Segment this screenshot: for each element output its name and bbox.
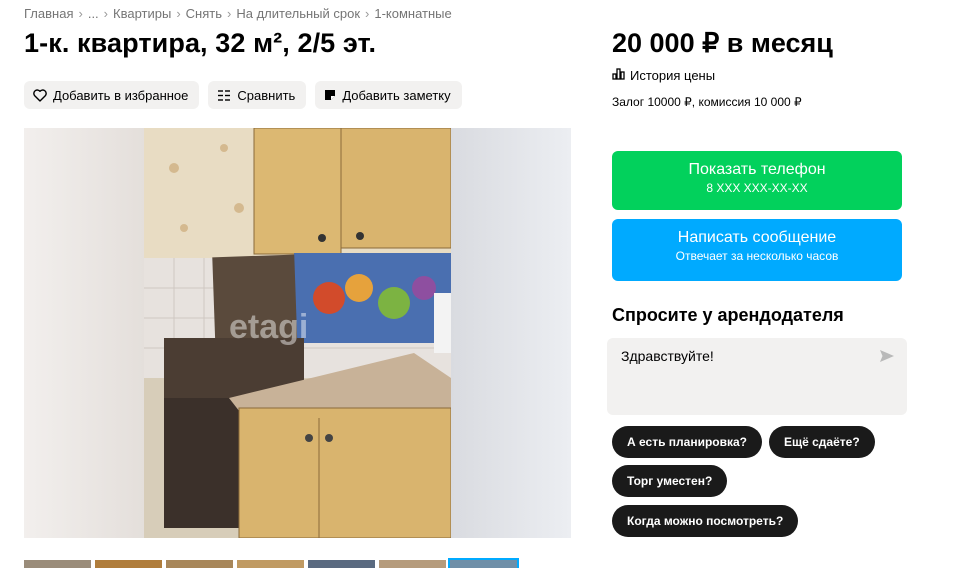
listing-actions: Добавить в избранное Сравнить Добавить з… xyxy=(24,81,462,109)
breadcrumb-long-term[interactable]: На длительный срок xyxy=(236,6,360,21)
breadcrumb-separator: › xyxy=(227,6,232,21)
price-history-link[interactable]: История цены xyxy=(612,68,715,83)
write-message-label: Написать сообщение xyxy=(677,229,837,246)
ask-landlord-title: Спросите у арендодателя xyxy=(612,305,844,325)
price-history-label: История цены xyxy=(630,68,716,83)
bar-chart-icon xyxy=(612,68,625,83)
thumbnail-strip xyxy=(24,558,519,568)
deposit-info: Залог 10000 ₽, комиссия 10 000 ₽ xyxy=(612,95,802,109)
add-favorite-label: Добавить в избранное xyxy=(53,87,189,103)
message-input[interactable]: Здравствуйте! xyxy=(607,338,907,415)
send-icon[interactable] xyxy=(879,349,895,366)
show-phone-button[interactable]: Показать телефон 8 XXX XXX-XX-XX xyxy=(612,151,902,210)
thumbnail[interactable] xyxy=(448,558,519,568)
quick-reply-still-renting[interactable]: Ещё сдаёте? xyxy=(769,426,875,458)
quick-reply-viewing-time[interactable]: Когда можно посмотреть? xyxy=(612,505,799,537)
show-phone-label: Показать телефон xyxy=(688,161,826,178)
thumbnail[interactable] xyxy=(24,560,91,568)
compare-icon xyxy=(217,89,231,102)
thumbnail[interactable] xyxy=(166,560,233,568)
add-favorite-button[interactable]: Добавить в избранное xyxy=(24,81,200,109)
page-title: 1-к. квартира, 32 м², 2/5 эт. xyxy=(24,28,377,58)
breadcrumb-separator: › xyxy=(103,6,109,21)
thumbnail[interactable] xyxy=(379,560,446,568)
add-note-label: Добавить заметку xyxy=(342,87,451,103)
response-time: Отвечает за несколько часов xyxy=(675,249,839,263)
breadcrumb-separator: › xyxy=(176,6,181,21)
breadcrumb: Главная ›... › Квартиры › Снять › На длительный… xyxy=(24,6,452,21)
write-message-button[interactable]: Написать сообщение Отвечает за несколько… xyxy=(612,219,902,281)
compare-label: Сравнить xyxy=(237,87,296,103)
breadcrumb-home[interactable]: Главная xyxy=(24,6,73,21)
gallery-blur-right xyxy=(451,128,571,538)
message-text: Здравствуйте! xyxy=(621,348,714,364)
breadcrumb-ellipsis[interactable]: ... xyxy=(88,6,99,21)
quick-reply-layout[interactable]: А есть планировка? xyxy=(612,426,762,458)
breadcrumb-separator: › xyxy=(78,6,83,21)
gallery-blur-left xyxy=(24,128,144,538)
breadcrumb-apartments[interactable]: Квартиры xyxy=(113,6,171,21)
quick-reply-bargain[interactable]: Торг уместен? xyxy=(612,465,728,497)
masked-phone: 8 XXX XXX-XX-XX xyxy=(706,181,808,195)
thumbnail[interactable] xyxy=(308,560,375,568)
compare-button[interactable]: Сравнить xyxy=(208,81,307,109)
thumbnail[interactable] xyxy=(95,560,162,568)
photo-gallery[interactable]: etagi xyxy=(24,128,571,538)
breadcrumb-one-room[interactable]: 1-комнатные xyxy=(374,6,451,21)
watermark-logo: etagi xyxy=(229,308,309,346)
heart-icon xyxy=(33,88,47,102)
note-icon xyxy=(324,89,336,101)
add-note-button[interactable]: Добавить заметку xyxy=(315,81,462,109)
breadcrumb-rent[interactable]: Снять xyxy=(186,6,222,21)
price: 20 000 ₽ в месяц xyxy=(612,28,833,58)
thumbnail[interactable] xyxy=(237,560,304,568)
breadcrumb-separator: › xyxy=(365,6,370,21)
